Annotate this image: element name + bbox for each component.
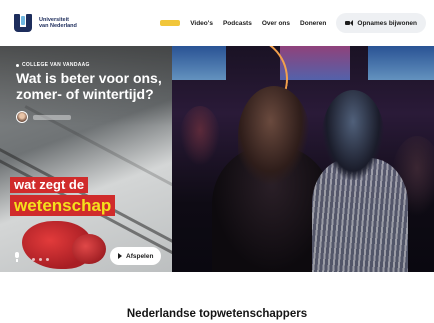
nav-item-doneren[interactable]: Doneren [300, 20, 326, 27]
logo-text: Universiteit van Nederland [39, 17, 77, 30]
main-nav: Video's Podcasts Over ons Doneren Opname… [160, 13, 426, 33]
play-label: Afspelen [126, 252, 154, 260]
hero: COLLEGE VAN VANDAAG Wat is beter voor on… [0, 46, 434, 272]
play-button[interactable]: Afspelen [110, 247, 162, 265]
site-header: Universiteit van Nederland Video's Podca… [0, 0, 434, 46]
logo-mark-icon [12, 13, 34, 33]
author-avatar [16, 111, 28, 123]
nav-item-videos[interactable]: Video's [190, 20, 213, 27]
audience-photo [172, 46, 434, 272]
attend-recordings-button[interactable]: Opnames bijwonen [336, 13, 426, 33]
nav-item-over-ons[interactable]: Over ons [262, 20, 290, 27]
overlay-tag-line-2: wetenschap [10, 195, 116, 216]
overlay-tag-line-1: wat zegt de [10, 177, 89, 193]
page: Universiteit van Nederland Video's Podca… [0, 0, 434, 323]
eyebrow-label: COLLEGE VAN VANDAAG [22, 62, 90, 68]
author-name-blurred [33, 114, 71, 120]
scientists-section: Nederlandse topwetenschappers [0, 272, 434, 323]
live-dot-icon [16, 63, 19, 67]
microphone-icon [14, 252, 20, 262]
featured-lecture-card[interactable]: COLLEGE VAN VANDAAG Wat is beter voor on… [0, 46, 172, 272]
carousel-dots [32, 258, 49, 261]
attend-recordings-label: Opnames bijwonen [357, 19, 417, 27]
nav-item-podcasts[interactable]: Podcasts [223, 20, 252, 27]
play-icon [118, 253, 122, 259]
section-title: Nederlandse topwetenschappers [126, 308, 308, 320]
video-camera-icon [345, 20, 354, 26]
lecture-title[interactable]: Wat is beter voor ons, zomer- of wintert… [16, 70, 168, 102]
site-logo[interactable]: Universiteit van Nederland [12, 13, 77, 33]
logo-line-2: van Nederland [39, 23, 77, 29]
lecture-eyebrow: COLLEGE VAN VANDAAG [16, 62, 90, 68]
lecture-author [16, 111, 71, 123]
nav-item-active[interactable] [160, 20, 181, 26]
